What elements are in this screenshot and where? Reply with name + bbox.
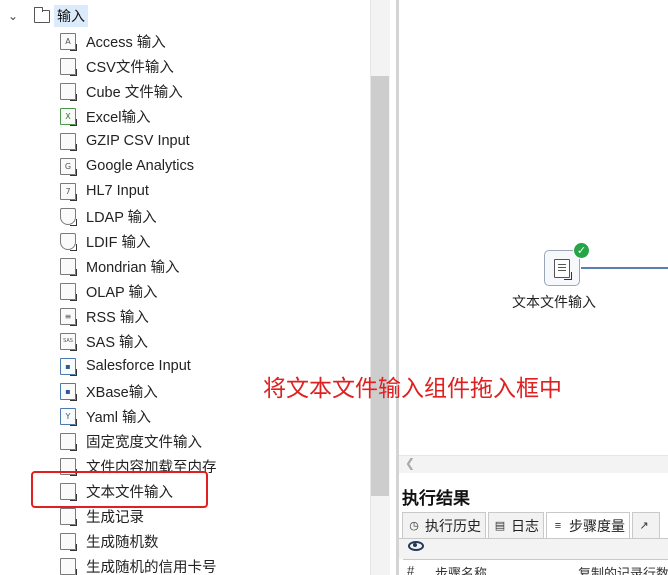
random-credit-card-icon <box>60 557 77 575</box>
tree-item-label: 文本文件输入 <box>86 484 173 501</box>
tree-item-label: Cube 文件输入 <box>86 84 183 101</box>
tree-item[interactable]: 文本文件输入 <box>60 479 360 503</box>
tree-item-label: Google Analytics <box>86 158 195 174</box>
tree-item[interactable]: 文件内容加载至内存 <box>60 454 360 478</box>
tree-item-label: Access 输入 <box>86 34 166 51</box>
excel-icon: X <box>60 107 77 126</box>
tree-item[interactable]: SAS SAS 输入 <box>60 329 360 353</box>
tree-folder-label: 输入 <box>54 5 88 27</box>
google-analytics-icon: G <box>60 157 77 176</box>
mondrian-icon <box>60 257 77 276</box>
metrics-table-header: # 步骤名称 复制的记录行数 <box>403 559 668 575</box>
generate-rows-icon <box>60 507 77 526</box>
folder-icon <box>33 6 50 23</box>
canvas-step-label: 文本文件输入 <box>512 294 596 310</box>
tree-folder-input[interactable]: ⌄ 输入 <box>0 4 88 28</box>
cube-file-icon <box>60 82 77 101</box>
ldap-shield-icon <box>60 207 77 226</box>
tree-item[interactable]: CSV文件输入 <box>60 54 360 78</box>
tree-item[interactable]: ≡ RSS 输入 <box>60 304 360 328</box>
canvas-horizontal-scrollbar[interactable] <box>399 455 668 473</box>
metrics-icon: ≡ <box>554 519 562 532</box>
ldif-shield-icon <box>60 232 77 251</box>
tree-item[interactable]: Cube 文件输入 <box>60 79 360 103</box>
column-header-rows-copied[interactable]: 复制的记录行数 <box>578 563 668 575</box>
tree-item-label: OLAP 输入 <box>86 284 158 301</box>
tree-item[interactable]: LDAP 输入 <box>60 204 360 228</box>
instruction-annotation: 将文本文件输入组件拖入框中 <box>263 376 562 402</box>
rss-icon: ≡ <box>60 307 77 326</box>
results-title: 执行结果 <box>402 489 470 508</box>
hl7-icon: 7 <box>60 182 77 201</box>
tree-item-label: LDIF 输入 <box>86 234 151 251</box>
xbase-icon: ▪ <box>60 382 77 401</box>
column-header-index[interactable]: # <box>407 563 414 575</box>
results-toolbar <box>399 539 668 559</box>
chart-icon: ↗ <box>639 520 649 532</box>
csv-file-icon <box>60 57 77 76</box>
scroll-left-icon[interactable]: ❮ <box>405 456 415 470</box>
gzip-file-icon <box>60 132 77 151</box>
salesforce-icon: ▪ <box>60 357 77 376</box>
clock-icon: ◷ <box>409 520 419 532</box>
tree-item-label: HL7 Input <box>86 183 149 199</box>
tree-item-label: GZIP CSV Input <box>86 133 190 149</box>
tab-log[interactable]: ▤ 日志 <box>488 512 544 538</box>
tree-item-label: 文件内容加载至内存 <box>86 459 217 476</box>
tree-item[interactable]: 固定宽度文件输入 <box>60 429 360 453</box>
tab-step-metrics[interactable]: ≡ 步骤度量 <box>546 512 630 538</box>
tab-label: 执行历史 <box>425 517 481 534</box>
random-number-icon <box>60 532 77 551</box>
tree-item-label: Salesforce Input <box>86 358 191 374</box>
tree-item[interactable]: LDIF 输入 <box>60 229 360 253</box>
text-file-input-icon <box>60 482 77 501</box>
tree-item-label: 固定宽度文件输入 <box>86 434 202 451</box>
tab-label: 日志 <box>511 517 539 534</box>
tab-execution-history[interactable]: ◷ 执行历史 <box>402 512 486 538</box>
tree-item-label: 生成随机的信用卡号 <box>86 559 217 575</box>
tree-item[interactable]: X Excel输入 <box>60 104 360 128</box>
sas-icon: SAS <box>60 332 77 351</box>
tree-scrollbar-thumb[interactable] <box>371 76 389 496</box>
fixed-width-file-icon <box>60 432 77 451</box>
tree-item-label: 生成随机数 <box>86 534 159 551</box>
tree-item-label: SAS 输入 <box>86 334 149 351</box>
tree-item[interactable]: 生成随机数 <box>60 529 360 553</box>
tab-label: 步骤度量 <box>569 517 625 534</box>
tree-item-label: Mondrian 输入 <box>86 259 180 276</box>
tree-item-label: 生成记录 <box>86 509 144 526</box>
access-icon: A <box>60 32 77 51</box>
tree-item-label: RSS 输入 <box>86 309 149 326</box>
yaml-icon: Y <box>60 407 77 426</box>
tree-item[interactable]: Mondrian 输入 <box>60 254 360 278</box>
hop-line[interactable] <box>581 267 668 269</box>
check-icon: ✓ <box>573 242 590 259</box>
tree-item[interactable]: Y Yaml 输入 <box>60 404 360 428</box>
eye-icon[interactable] <box>408 541 424 551</box>
tree-item[interactable]: G Google Analytics <box>60 154 360 178</box>
tree-item[interactable]: 7 HL7 Input <box>60 179 360 203</box>
tree-item[interactable]: OLAP 输入 <box>60 279 360 303</box>
chevron-down-icon[interactable]: ⌄ <box>8 9 20 23</box>
tab-performance-graph[interactable]: ↗ <box>632 512 660 538</box>
text-file-icon <box>554 258 572 280</box>
tree-item-label: LDAP 输入 <box>86 209 157 226</box>
olap-icon <box>60 282 77 301</box>
results-tabs: ◷ 执行历史 ▤ 日志 ≡ 步骤度量 ↗ <box>402 512 662 538</box>
tree-item-label: XBase输入 <box>86 384 158 401</box>
tree-item-label: Excel输入 <box>86 109 151 126</box>
log-icon: ▤ <box>494 520 506 532</box>
tree-item[interactable]: GZIP CSV Input <box>60 129 360 153</box>
column-header-step-name[interactable]: 步骤名称 <box>435 563 487 575</box>
load-file-memory-icon <box>60 457 77 476</box>
tree-item-label: Yaml 输入 <box>86 409 151 426</box>
tree-item-label: CSV文件输入 <box>86 59 174 76</box>
tree-item[interactable]: 生成记录 <box>60 504 360 528</box>
tree-item[interactable]: A Access 输入 <box>60 29 360 53</box>
tree-item[interactable]: 生成随机的信用卡号 <box>60 554 360 575</box>
step-tree-panel: ⌄ 输入 A Access 输入 CSV文件输入 Cube 文件输入 X Excel输入 G… <box>0 0 370 575</box>
